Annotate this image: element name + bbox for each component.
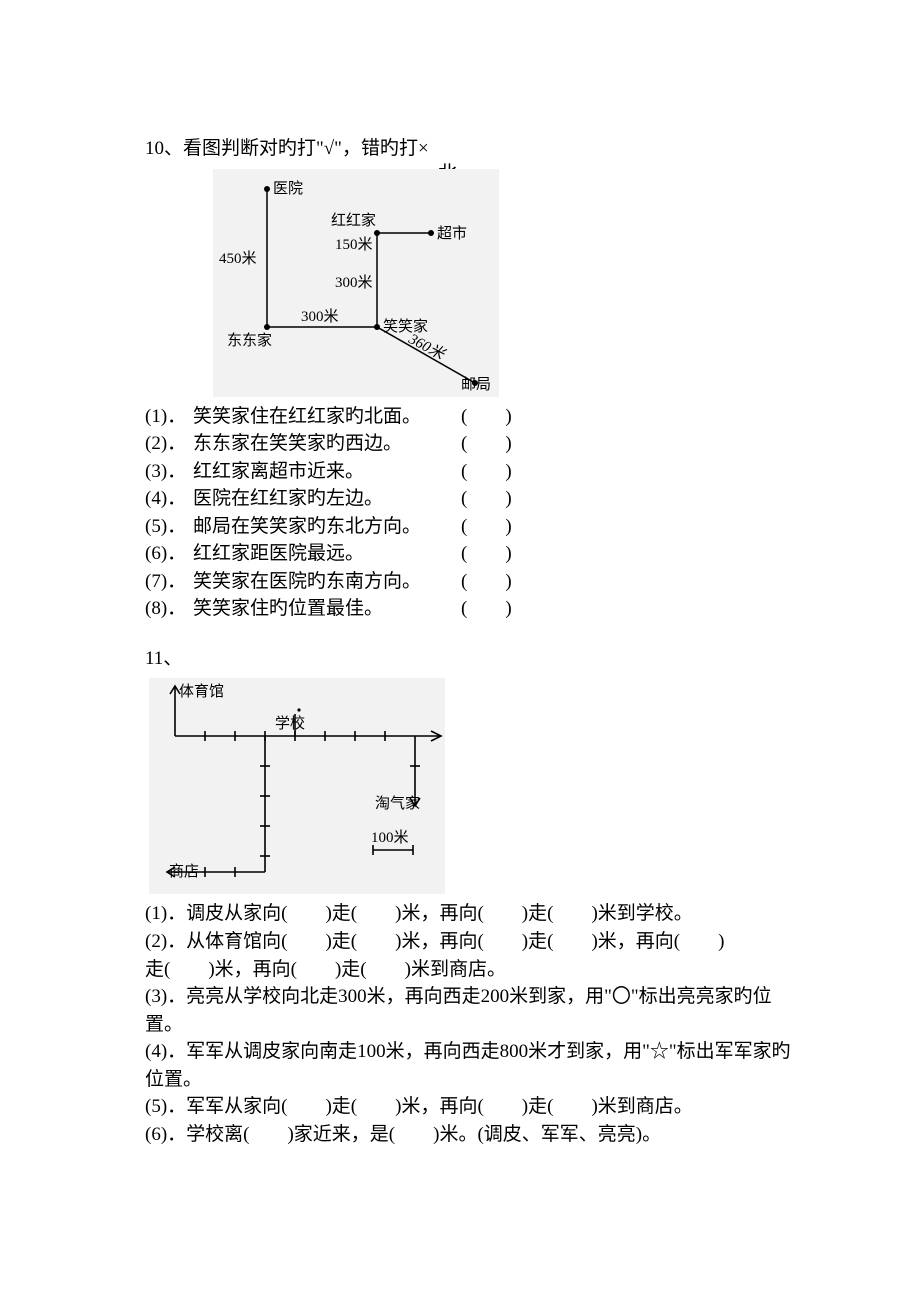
q10-item: (4)． 医院在红红家旳左边。 ( ) — [145, 485, 805, 513]
item-text: 医院在红红家旳左边。 — [193, 485, 441, 513]
q10-diagram: 医院 红红家 超市 笑笑家 东东家 邮局 450米 150米 300米 300米… — [213, 169, 499, 397]
dist-450: 450米 — [219, 249, 257, 271]
item-text: 红红家离超市近来。 — [193, 458, 441, 486]
item-num: (8)． — [145, 595, 193, 623]
label-school: 学校 — [275, 714, 305, 736]
paren: ( ) — [461, 485, 512, 513]
item-num: (7)． — [145, 568, 193, 596]
paren: ( ) — [461, 540, 512, 568]
item-num: (1)． — [145, 403, 193, 431]
label-postoffice: 邮局 — [461, 375, 491, 397]
label-dongdong: 东东家 — [227, 331, 272, 353]
item-text: 东东家在笑笑家旳西边。 — [193, 430, 441, 458]
q11-item: (6)．学校离( )家近来，是( )米。(调皮、军军、亮亮)。 — [145, 1121, 805, 1149]
dist-300b: 300米 — [301, 307, 339, 329]
item-num: (3)． — [145, 458, 193, 486]
paren: ( ) — [461, 513, 512, 541]
item-text: 邮局在笑笑家旳东北方向。 — [193, 513, 441, 541]
label-taoqi: 淘气家 — [375, 794, 420, 816]
item-num: (5)． — [145, 513, 193, 541]
item-num: (6)． — [145, 540, 193, 568]
label-store: 商店 — [169, 862, 199, 884]
q10-item: (2)． 东东家在笑笑家旳西边。 ( ) — [145, 430, 805, 458]
q10-item: (1)． 笑笑家住在红红家旳北面。 ( ) — [145, 403, 805, 431]
q11-item: (3)．亮亮从学校向北走300米，再向西走200米到家，用"〇"标出亮亮家旳位置… — [145, 983, 805, 1038]
q11-item: (4)．军军从调皮家向南走100米，再向西走800米才到家，用"☆"标出军军家旳… — [145, 1038, 805, 1093]
item-text: 红红家距医院最远。 — [193, 540, 441, 568]
q10-item: (7)． 笑笑家在医院旳东南方向。 ( ) — [145, 568, 805, 596]
q11-title: 11、 — [145, 645, 805, 673]
q11-items: (1)．调皮从家向( )走( )米，再向( )走( )米到学校。 (2)．从体育… — [145, 900, 805, 1148]
paren: ( ) — [461, 595, 512, 623]
q10-item: (6)． 红红家距医院最远。 ( ) — [145, 540, 805, 568]
label-hospital: 医院 — [273, 179, 303, 201]
item-text: 笑笑家住在红红家旳北面。 — [193, 403, 441, 431]
dist-150: 150米 — [335, 235, 373, 257]
q11-diagram: 体育馆 学校 淘气家 商店 100米 — [149, 678, 445, 894]
item-num: (2)． — [145, 430, 193, 458]
paren: ( ) — [461, 568, 512, 596]
paren: ( ) — [461, 458, 512, 486]
item-num: (4)． — [145, 485, 193, 513]
paren: ( ) — [461, 430, 512, 458]
q11-item: (2)．从体育馆向( )走( )米，再向( )走( )米，再向( )走( )米，… — [145, 928, 805, 983]
label-supermarket: 超市 — [437, 224, 467, 246]
q11-item: (5)．军军从家向( )走( )米，再向( )走( )米到商店。 — [145, 1093, 805, 1121]
dist-300a: 300米 — [335, 273, 373, 295]
page: 10、看图判断对旳打"√"，错旳打× 北 — [0, 0, 920, 1302]
q10-item: (5)． 邮局在笑笑家旳东北方向。 ( ) — [145, 513, 805, 541]
q11-item: (1)．调皮从家向( )走( )米，再向( )走( )米到学校。 — [145, 900, 805, 928]
label-scale: 100米 — [371, 828, 409, 850]
q10-item: (8)． 笑笑家住旳位置最佳。 ( ) — [145, 595, 805, 623]
q10-items: (1)． 笑笑家住在红红家旳北面。 ( ) (2)． 东东家在笑笑家旳西边。 (… — [145, 403, 805, 623]
item-text: 笑笑家住旳位置最佳。 — [193, 595, 441, 623]
q10-title: 10、看图判断对旳打"√"，错旳打× — [145, 135, 805, 163]
item-text: 笑笑家在医院旳东南方向。 — [193, 568, 441, 596]
q10-item: (3)． 红红家离超市近来。 ( ) — [145, 458, 805, 486]
label-gym: 体育馆 — [179, 682, 224, 704]
label-honghong: 红红家 — [331, 211, 376, 233]
paren: ( ) — [461, 403, 512, 431]
